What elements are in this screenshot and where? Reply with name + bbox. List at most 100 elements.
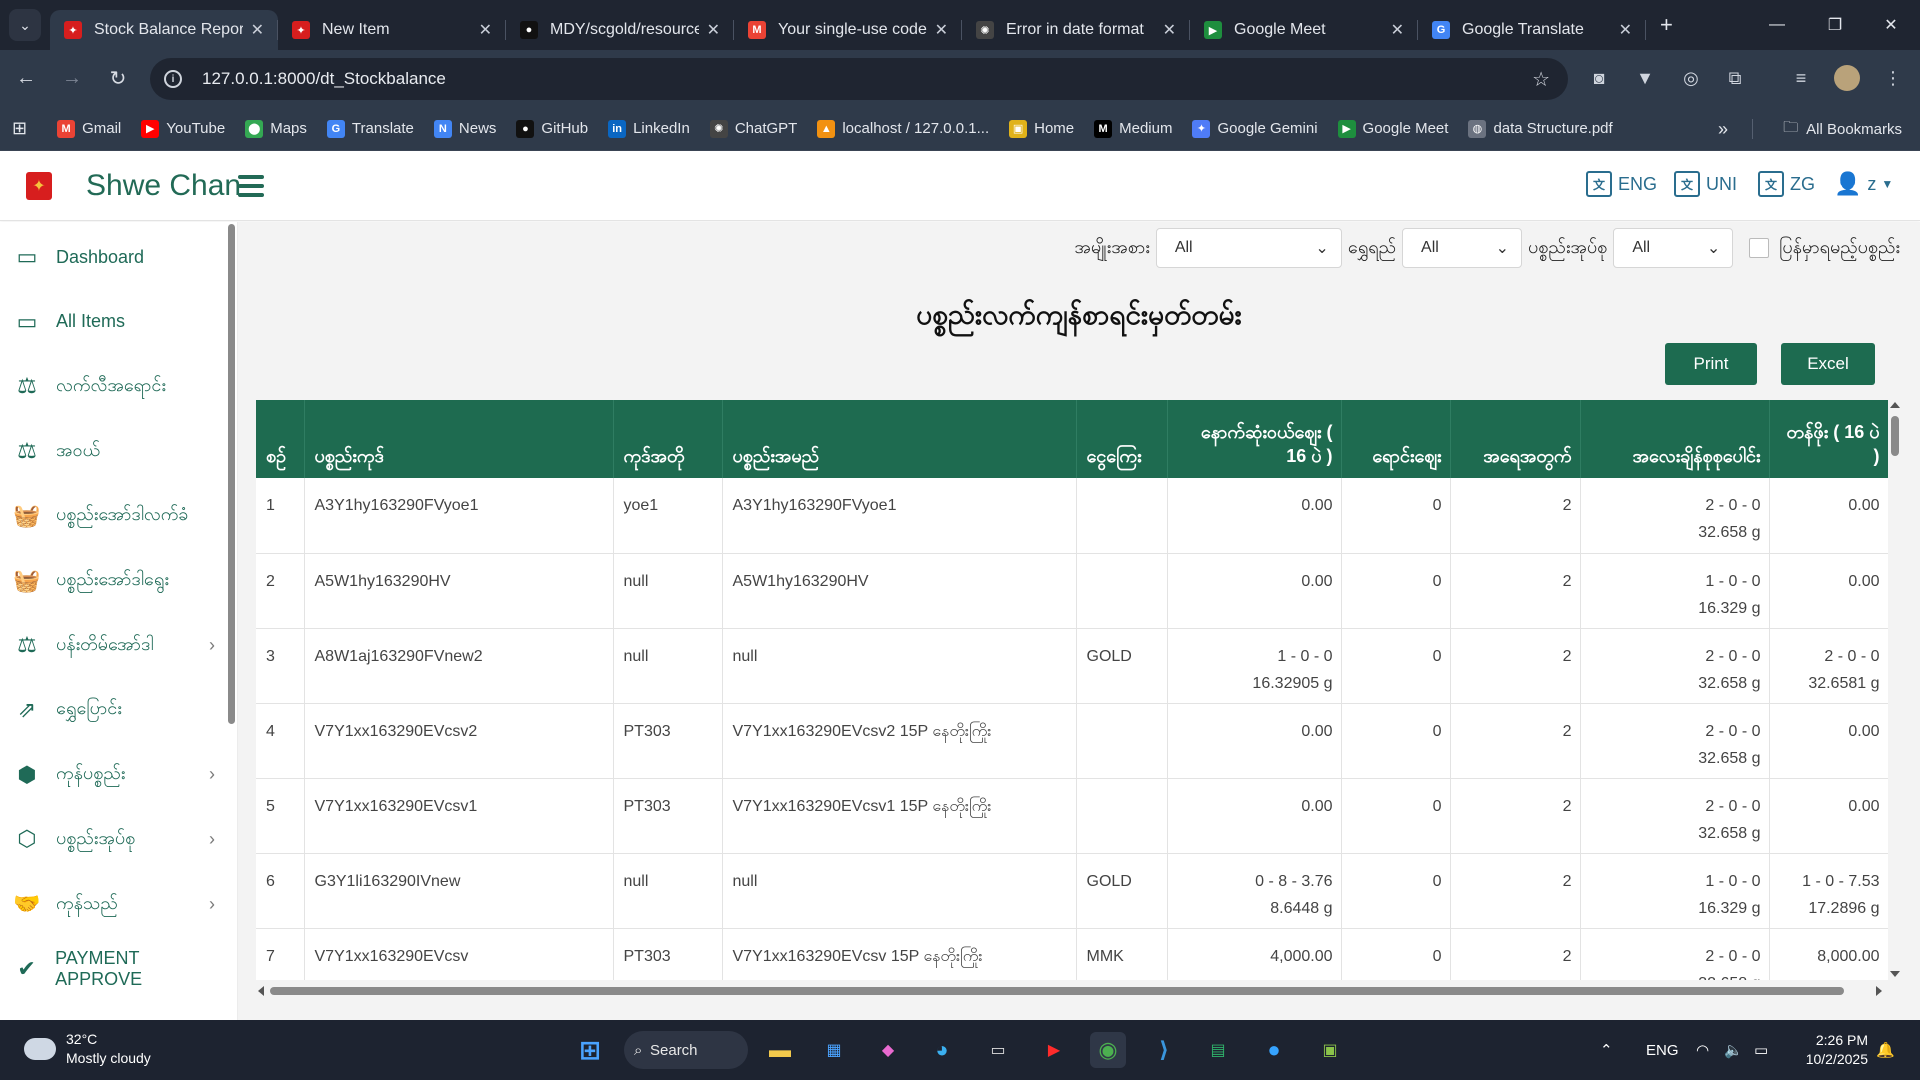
group-filter-select[interactable]: All ⌄	[1613, 228, 1734, 268]
generic-app-icon[interactable]: ●	[1256, 1032, 1292, 1068]
bookmark-item[interactable]: ▶ YouTube	[141, 119, 225, 138]
close-tab-icon[interactable]: ✕	[479, 20, 492, 40]
sidebar-item[interactable]: 🧺 ပစ္စည်းအော်ဒါရွေး	[0, 561, 225, 601]
bookmark-item[interactable]: N News	[433, 119, 496, 138]
site-info-icon[interactable]: i	[164, 70, 182, 88]
gold-filter-select[interactable]: All ⌄	[1402, 228, 1523, 268]
close-window-icon[interactable]: ✕	[1862, 0, 1920, 50]
copilot-icon[interactable]: ◆	[870, 1032, 906, 1068]
bookmark-item[interactable]: ▶ Google Meet	[1337, 119, 1448, 138]
volume-icon[interactable]: 🔈	[1724, 1020, 1743, 1080]
table-horizontal-scrollbar[interactable]	[256, 984, 1906, 998]
bookmark-item[interactable]: M Medium	[1094, 119, 1172, 138]
sidebar-scrollbar[interactable]	[228, 224, 235, 724]
col-header-total-weight[interactable]: အလေးချိန်စုစုပေါင်း	[1580, 400, 1770, 478]
file-explorer-icon[interactable]: ▬	[762, 1032, 798, 1068]
col-header-no[interactable]: စဉ်	[256, 400, 305, 478]
battery-icon[interactable]: ▭	[1754, 1020, 1768, 1080]
col-header-code[interactable]: ပစ္စည်းကုဒ်	[304, 400, 614, 478]
all-bookmarks-button[interactable]: 🗀 All Bookmarks	[1783, 107, 1902, 151]
bookmark-star-icon[interactable]: ☆	[1532, 67, 1550, 92]
sidebar-item[interactable]: ⬢ ကုန်ပစ္စည်း ›	[0, 755, 225, 795]
col-header-currency[interactable]: ငွေကြေး	[1076, 400, 1168, 478]
sidebar-item[interactable]: ▭ Dashboard	[0, 237, 225, 277]
table-row[interactable]: 6 G3Y1li163290IVnew null null GOLD 0 - 8 - 3.…	[256, 853, 1888, 929]
store-icon[interactable]: ▦	[816, 1032, 852, 1068]
apps-grid-icon[interactable]: ⊞	[12, 118, 27, 139]
new-tab-button[interactable]: +	[1660, 12, 1673, 38]
lang-eng-button[interactable]: 文 ENG	[1586, 171, 1657, 197]
browser-tab[interactable]: G Google Translate ✕	[1418, 10, 1646, 50]
sidebar-item[interactable]: 🤝 ကုန်သည် ›	[0, 884, 225, 924]
extensions-icon[interactable]: ⧉	[1716, 59, 1754, 97]
hamburger-menu-icon[interactable]	[238, 175, 264, 197]
close-tab-icon[interactable]: ✕	[1391, 20, 1404, 40]
browser-tab[interactable]: ✦ Stock Balance Report ✕	[50, 10, 278, 50]
tab-search-button[interactable]: ⌄	[9, 9, 41, 41]
shwe-chan-logo[interactable]: ✦	[26, 172, 52, 200]
col-header-quantity[interactable]: အရေအတွက်	[1450, 400, 1581, 478]
browser-tab[interactable]: M Your single-use code ✕	[734, 10, 962, 50]
target-extension-icon[interactable]: ◎	[1672, 59, 1710, 97]
brand-name[interactable]: Shwe Chan	[86, 169, 241, 203]
calculator-app-icon[interactable]: ▣	[1312, 1032, 1348, 1068]
table-row[interactable]: 4 V7Y1xx163290EVcsv2 PT303 V7Y1xx163290EVcs…	[256, 703, 1888, 779]
bookmark-item[interactable]: G Translate	[326, 119, 414, 138]
bookmark-item[interactable]: ▲ localhost / 127.0.0.1...	[817, 119, 989, 138]
close-tab-icon[interactable]: ✕	[251, 20, 264, 40]
vivaldi-extension-icon[interactable]: ▼	[1626, 59, 1664, 97]
sidebar-item[interactable]: ✔ PAYMENT APPROVE	[0, 948, 225, 989]
table-vertical-scrollbar[interactable]	[1888, 400, 1902, 980]
edge-icon[interactable]: ◕	[924, 1032, 960, 1068]
bookmark-item[interactable]: ◍ data Structure.pdf	[1468, 119, 1613, 138]
bookmark-item[interactable]: ▣ Home	[1009, 119, 1074, 138]
table-row[interactable]: 2 A5W1hy163290HV null A5W1hy163290HV 0.00 0 2 1…	[256, 553, 1888, 629]
bookmark-item[interactable]: ✺ ChatGPT	[709, 119, 797, 138]
input-language[interactable]: ENG	[1646, 1020, 1679, 1080]
lang-zg-button[interactable]: 文 ZG	[1758, 171, 1815, 197]
browser-tab[interactable]: ● MDY/scgold/resource ✕	[506, 10, 734, 50]
browser-tab[interactable]: ✦ New Item ✕	[278, 10, 506, 50]
table-row[interactable]: 1 A3Y1hy163290FVyoe1 yoe1 A3Y1hy163290FVyoe…	[256, 478, 1888, 554]
youtube-app-icon[interactable]: ▶	[1036, 1032, 1072, 1068]
sidebar-item[interactable]: 🧺 ပစ္စည်းအော်ဒါလက်ခံ	[0, 496, 225, 536]
sidebar-item[interactable]: ⚖ အဝယ်	[0, 431, 225, 471]
browser-menu-icon[interactable]: ⋮	[1874, 59, 1912, 97]
camera-icon[interactable]: ◙	[1580, 59, 1618, 97]
vscode-icon[interactable]: ⟩	[1146, 1032, 1182, 1068]
user-menu[interactable]: 👤 z ▼	[1834, 171, 1893, 197]
chart-app-icon[interactable]: ▤	[1200, 1032, 1236, 1068]
taskbar-search[interactable]: ⌕ Search	[624, 1031, 748, 1069]
table-row[interactable]: 3 A8W1aj163290FVnew2 null null GOLD 1 - 0 - 0…	[256, 628, 1888, 704]
close-tab-icon[interactable]: ✕	[707, 20, 720, 40]
profile-avatar[interactable]	[1828, 59, 1866, 97]
print-button[interactable]: Print	[1665, 343, 1757, 385]
excel-button[interactable]: Excel	[1781, 343, 1875, 385]
bookmark-item[interactable]: ✦ Google Gemini	[1192, 119, 1318, 138]
bookmark-item[interactable]: ● GitHub	[516, 119, 588, 138]
sidebar-item[interactable]: ⚖ လက်လီအရောင်း	[0, 366, 225, 406]
bookmark-item[interactable]: in LinkedIn	[608, 119, 690, 138]
clock[interactable]: 2:26 PM 10/2/2025	[1806, 1031, 1868, 1069]
restore-icon[interactable]: ❐	[1806, 0, 1864, 50]
address-bar[interactable]: i 127.0.0.1:8000/dt_Stockbalance ☆	[150, 58, 1568, 100]
wifi-icon[interactable]: ◠	[1696, 1020, 1709, 1080]
minimize-icon[interactable]: —	[1748, 0, 1806, 50]
col-header-short-code[interactable]: ကုဒ်အတို	[613, 400, 723, 478]
notification-bell-icon[interactable]: 🔔	[1876, 1020, 1895, 1080]
forward-icon[interactable]: →	[52, 59, 92, 99]
close-tab-icon[interactable]: ✕	[1163, 20, 1176, 40]
col-header-sell-price[interactable]: ရောင်းဈေး	[1341, 400, 1451, 478]
browser-tab[interactable]: ✺ Error in date format ✕	[962, 10, 1190, 50]
sidebar-item[interactable]: ⇗ ရွှေပြောင်း	[0, 690, 225, 730]
table-row[interactable]: 5 V7Y1xx163290EVcsv1 PT303 V7Y1xx163290EVcs…	[256, 778, 1888, 854]
close-tab-icon[interactable]: ✕	[935, 20, 948, 40]
browser-tab[interactable]: ▶ Google Meet ✕	[1190, 10, 1418, 50]
terminal-icon[interactable]: ▭	[980, 1032, 1016, 1068]
back-icon[interactable]: ←	[6, 59, 46, 99]
reorder-checkbox[interactable]	[1749, 238, 1770, 258]
col-header-value[interactable]: တန်ဖိုး ( 16 ပဲ )	[1769, 400, 1888, 478]
chrome-icon[interactable]: ◉	[1090, 1032, 1126, 1068]
close-tab-icon[interactable]: ✕	[1619, 20, 1632, 40]
more-bookmarks-icon[interactable]: »	[1718, 119, 1728, 140]
